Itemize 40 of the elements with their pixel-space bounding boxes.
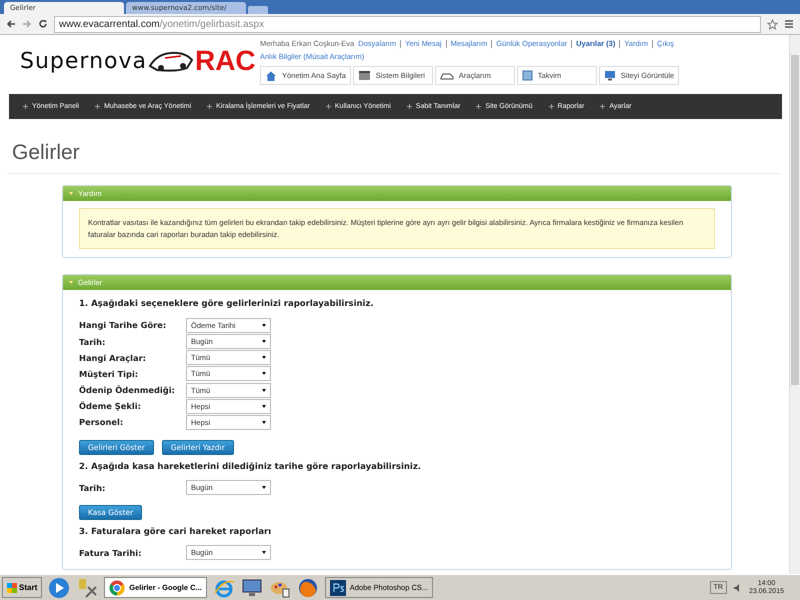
field-label: Fatura Tarihi: bbox=[79, 548, 142, 558]
chrome-icon bbox=[109, 580, 126, 596]
field-label: Müşteri Tipi: bbox=[79, 368, 140, 379]
field-label: Tarih: bbox=[79, 336, 106, 347]
plus-icon bbox=[548, 104, 554, 109]
back-icon[interactable] bbox=[6, 19, 16, 29]
field-label: Ödeme Şekli: bbox=[79, 401, 142, 412]
car-icon bbox=[440, 70, 454, 80]
plus-icon bbox=[476, 104, 482, 109]
field-label: Ödenip Ödenmediği: bbox=[79, 385, 176, 396]
play-icon[interactable] bbox=[48, 576, 70, 598]
tools-icon[interactable] bbox=[76, 576, 98, 598]
ps-icon bbox=[330, 580, 346, 596]
plus-icon bbox=[207, 104, 212, 109]
plus-icon bbox=[95, 104, 100, 109]
menu-icon[interactable] bbox=[784, 19, 794, 29]
field-label: Personel: bbox=[79, 417, 124, 428]
section-heading: 3. Faturalara göre cari hareket raporları bbox=[79, 526, 272, 537]
plus-icon bbox=[406, 104, 412, 109]
field-label: Tarih: bbox=[79, 482, 106, 493]
page-title: Gelirler bbox=[12, 141, 81, 165]
start-button[interactable]: Start bbox=[2, 577, 42, 598]
field-label: Hangi Araçlar: bbox=[79, 352, 148, 363]
plus-icon bbox=[600, 104, 606, 109]
logo-text: Supernova bbox=[20, 48, 147, 74]
clapper-icon bbox=[358, 70, 371, 81]
logo-text: RAC bbox=[194, 45, 256, 77]
computer-icon[interactable] bbox=[240, 576, 263, 598]
star-icon[interactable] bbox=[767, 18, 778, 30]
monitor-icon bbox=[604, 70, 616, 81]
field-label: Hangi Tarihe Göre: bbox=[79, 320, 168, 330]
plus-icon bbox=[326, 104, 331, 109]
section-heading: 2. Aşağıda kasa hareketlerini dilediğiniz tarihe göre raporlayabilirsiniz. bbox=[79, 462, 422, 472]
calendar-icon bbox=[522, 70, 533, 81]
section-heading: 1. Aşağıdaki seçeneklere göre gelirlerinizi raporlayabilirsiniz. bbox=[79, 299, 375, 310]
house-icon bbox=[265, 70, 277, 82]
address-bar[interactable]: www.evacarrental.com/yonetim/gelirbasit.aspx bbox=[54, 16, 761, 32]
plus-icon bbox=[23, 104, 28, 109]
reload-icon[interactable] bbox=[38, 19, 48, 29]
firefox-icon[interactable] bbox=[296, 576, 319, 598]
